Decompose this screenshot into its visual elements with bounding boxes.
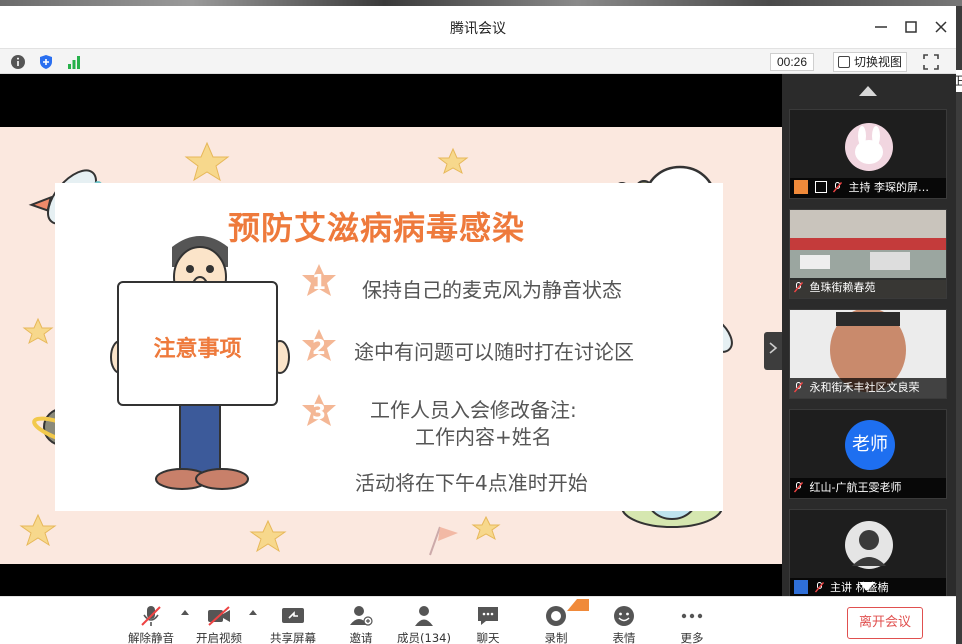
record-icon [546,606,566,626]
emoji-button[interactable]: 表情 [602,603,646,644]
leave-meeting-button[interactable]: 离开会议 [847,607,923,639]
scroll-down-arrow[interactable] [859,582,875,591]
title-bar: 腾讯会议 [0,6,956,48]
chat-button[interactable]: 聊天 [466,603,510,644]
mic-muted-icon [814,582,824,593]
unmute-button[interactable]: 解除静音 [124,603,178,644]
participant-name: 鱼珠街赖春苑 [790,278,946,298]
info-icon[interactable] [10,54,26,70]
maximize-icon [905,21,917,33]
add-user-icon [350,606,373,626]
mic-options-caret[interactable] [181,610,189,615]
screen-share-icon [814,181,827,193]
chat-icon [478,607,498,625]
close-button[interactable] [930,16,952,38]
participant-name: 红山-广航王雯老师 [790,478,946,498]
more-dots-icon [681,613,703,619]
notice-sign: 注意事项 [117,281,278,406]
participant-tile[interactable]: 老师 红山-广航王雯老师 [789,409,947,499]
mic-muted-icon [794,282,803,293]
video-options-caret[interactable] [249,610,257,615]
minimize-icon [875,26,887,28]
presentation-slide: 预防艾滋病病毒感染 注意事项 1 保持自己的麦克风为静音状态 2 途中有问题可以… [0,127,782,564]
expand-panel-arrow[interactable] [764,332,782,370]
meeting-timer: 00:26 [770,53,814,71]
switch-view-label: 切换视图 [854,55,903,69]
meeting-window: 腾讯会议 00:26 切换视图 预防艾滋病病毒感染 注意事项 1 保持自己的麦克… [0,6,956,644]
participant-name: 主持 李琛的屏… [790,178,946,198]
presenter-user-icon [794,580,808,594]
participant-tile[interactable]: 鱼珠街赖春苑 [789,209,947,299]
mic-muted-icon [833,182,842,193]
avatar [845,521,893,569]
network-signal-icon[interactable] [66,54,82,70]
notice-sign-text: 注意事项 [153,337,242,362]
item-number-badge: 2 [300,328,338,366]
mic-muted-icon [794,482,803,493]
avatar: 老师 [845,420,895,470]
invite-button[interactable]: 邀请 [338,603,384,644]
notice-item-2: 途中有问题可以随时打在讨论区 [354,340,634,364]
minimize-button[interactable] [870,16,892,38]
fullscreen-icon[interactable] [922,53,940,71]
participant-tile[interactable]: 主持 李琛的屏… [789,109,947,199]
scroll-up-arrow[interactable] [859,86,877,96]
host-user-icon [794,180,808,194]
video-off-icon [208,606,230,626]
item-number-badge: 1 [300,263,338,301]
window-title: 腾讯会议 [450,21,506,37]
mic-muted-icon [794,382,803,393]
share-screen-button[interactable]: 共享屏幕 [266,603,320,644]
close-icon [935,21,947,33]
meeting-control-bar: 解除静音 开启视频 共享屏幕 邀请 成员(134) 聊天 录制 表情 更多 离开… [0,596,956,644]
participant-tile[interactable]: 永和街禾丰社区文良荣 [789,309,947,399]
meeting-toolbar: 00:26 切换视图 [0,48,956,74]
shared-screen-area: 预防艾滋病病毒感染 注意事项 1 保持自己的麦克风为静音状态 2 途中有问题可以… [0,74,782,596]
slide-footer-note: 活动将在下午4点准时开始 [355,471,588,495]
share-screen-icon [282,608,304,623]
notice-item-1: 保持自己的麦克风为静音状态 [362,278,622,302]
maximize-button[interactable] [900,16,922,38]
more-button[interactable]: 更多 [670,603,714,644]
participant-name: 永和街禾丰社区文良荣 [790,378,946,398]
notice-item-3: 工作人员入会修改备注: [370,398,577,422]
item-number-badge: 3 [300,393,338,431]
new-badge-icon [567,599,589,611]
switch-view-button[interactable]: 切换视图 [833,52,907,72]
start-video-button[interactable]: 开启视频 [192,603,246,644]
switch-view-icon [838,56,850,68]
emoji-icon [614,606,634,626]
members-button[interactable]: 成员(134) [396,603,452,644]
security-shield-icon[interactable] [38,54,54,70]
notice-item-3-detail: 工作内容+姓名 [415,425,552,449]
chevron-right-icon [769,342,778,354]
mic-muted-icon [141,606,161,626]
participant-video-panel: 主持 李琛的屏… 鱼珠街赖春苑 永和街禾丰社区文良荣 老师 红山-广航王雯老师 … [782,74,956,599]
members-icon [415,606,433,626]
avatar [845,123,893,171]
